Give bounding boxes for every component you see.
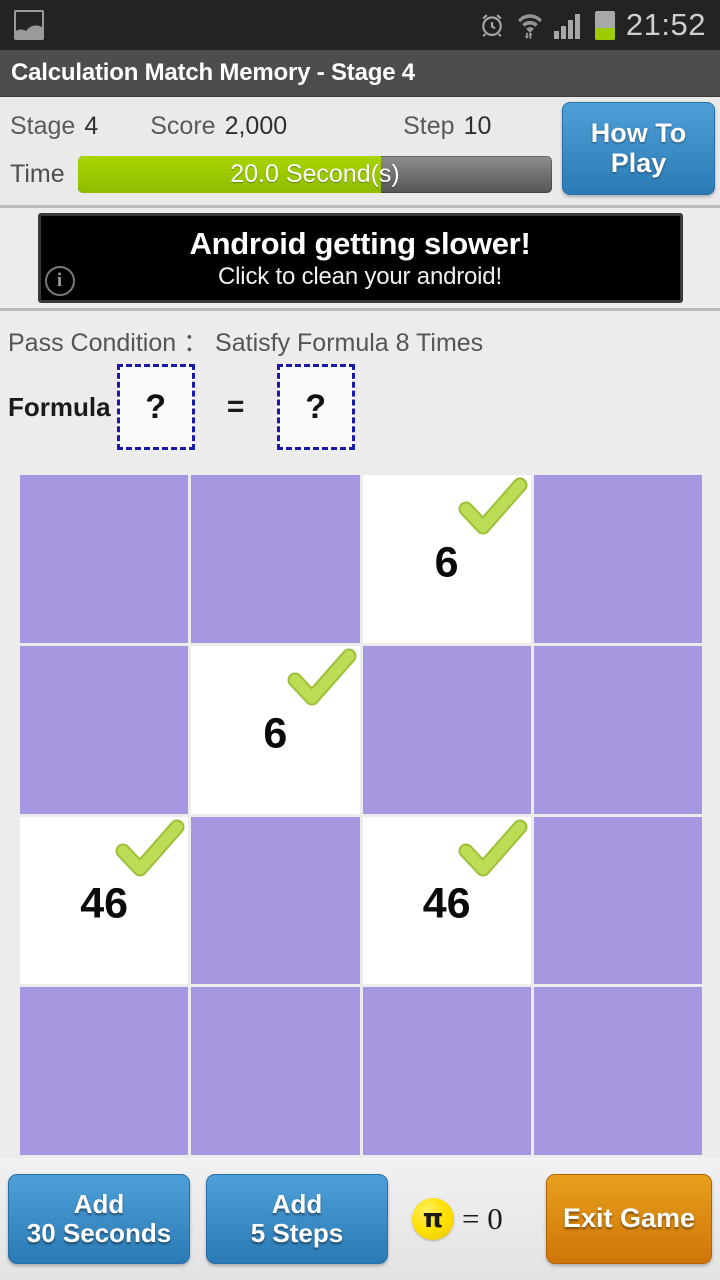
pass-condition: Pass Condition ： Satisfy Formula 8 Times (8, 329, 484, 357)
score-value: 2,000 (224, 111, 288, 140)
ad-banner-container: Android getting slower! Click to clean y… (0, 205, 720, 311)
pi-currency-display: π = 0 (412, 1198, 503, 1240)
formula-operator: = (226, 390, 245, 423)
grid-cell[interactable] (20, 987, 189, 1155)
ad-subtext: Click to clean your android! (218, 262, 502, 290)
android-status-bar: 21:52 (0, 0, 720, 50)
add-steps-line1: Add (271, 1189, 323, 1220)
score-label: Score (150, 111, 216, 140)
grid-cell[interactable]: 6 (362, 475, 531, 643)
checkmark-icon (458, 477, 528, 535)
formula-right-box[interactable]: ? (276, 364, 355, 450)
grid-cell[interactable] (191, 475, 360, 643)
grid-cell[interactable] (533, 816, 702, 985)
stage-value: 4 (84, 111, 99, 140)
score-stat: Score 2,000 (150, 112, 287, 141)
battery-icon (594, 10, 615, 40)
grid-cell[interactable] (362, 645, 531, 814)
ad-banner[interactable]: Android getting slower! Click to clean y… (37, 213, 683, 303)
game-info-panel: Stage 4 Score 2,000 Step 10 Time 20.0 Se… (0, 97, 720, 205)
status-bar-left (14, 10, 44, 40)
time-progress-text: 20.0 Second(s) (230, 159, 400, 188)
gallery-icon (14, 10, 44, 40)
grid-cell[interactable] (362, 987, 531, 1155)
page-title: Calculation Match Memory - Stage 4 (11, 59, 415, 86)
add-30-seconds-button[interactable]: Add 30 Seconds (8, 1174, 190, 1264)
pi-count: = 0 (462, 1201, 503, 1236)
add-steps-line2: 5 Steps (250, 1218, 344, 1248)
pi-coin-icon: π (412, 1198, 454, 1240)
step-label: Step (403, 111, 455, 140)
time-progress-bar: 20.0 Second(s) (78, 155, 552, 193)
how-to-play-line1: How To (590, 118, 687, 149)
app-title-bar: Calculation Match Memory - Stage 4 (0, 50, 720, 97)
grid-cell[interactable]: 46 (20, 816, 189, 985)
status-bar-right: 21:52 (478, 7, 706, 43)
exit-game-button[interactable]: Exit Game (546, 1174, 712, 1264)
stage-label: Stage (10, 111, 76, 140)
add-seconds-line1: Add (73, 1189, 125, 1220)
exit-game-label: Exit Game (562, 1203, 696, 1234)
checkmark-icon (458, 819, 528, 876)
grid-cell-value: 6 (434, 538, 459, 587)
game-grid: 6 6 46 46 (20, 475, 702, 1155)
grid-cell-value: 46 (422, 879, 471, 928)
formula-label: Formula (8, 391, 111, 422)
how-to-play-line2: Play (610, 147, 667, 178)
alarm-icon (478, 11, 506, 39)
step-stat: Step 10 (403, 112, 491, 141)
grid-cell[interactable] (20, 475, 189, 643)
step-value: 10 (463, 111, 492, 140)
formula-row: Formula ? = ? (0, 359, 720, 455)
add-5-steps-button[interactable]: Add 5 Steps (206, 1174, 388, 1264)
add-seconds-line2: 30 Seconds (26, 1218, 172, 1248)
grid-cell[interactable] (20, 645, 189, 814)
grid-cell[interactable] (191, 987, 360, 1155)
signal-icon (553, 11, 584, 39)
grid-cell[interactable] (191, 816, 360, 985)
how-to-play-button[interactable]: How To Play (562, 102, 715, 195)
grid-cell[interactable] (533, 645, 702, 814)
stage-stat: Stage 4 (10, 112, 98, 141)
ad-headline: Android getting slower! (189, 225, 531, 261)
wifi-icon (517, 11, 543, 39)
grid-cell-value: 6 (263, 709, 288, 758)
app-root: 21:52 Calculation Match Memory - Stage 4… (0, 0, 720, 1280)
grid-cell[interactable] (533, 475, 702, 643)
formula-left-box[interactable]: ? (116, 364, 195, 450)
checkmark-icon (115, 819, 185, 876)
status-bar-clock: 21:52 (625, 7, 706, 42)
ad-info-icon[interactable]: i (44, 266, 75, 296)
grid-cell-value: 46 (80, 879, 129, 928)
checkmark-icon (287, 648, 356, 706)
time-label: Time (10, 159, 65, 188)
grid-cell[interactable]: 46 (362, 816, 531, 985)
bottom-action-bar: Add 30 Seconds Add 5 Steps π = 0 Exit Ga… (0, 1158, 720, 1280)
grid-cell[interactable] (533, 987, 702, 1155)
grid-cell[interactable]: 6 (191, 645, 360, 814)
